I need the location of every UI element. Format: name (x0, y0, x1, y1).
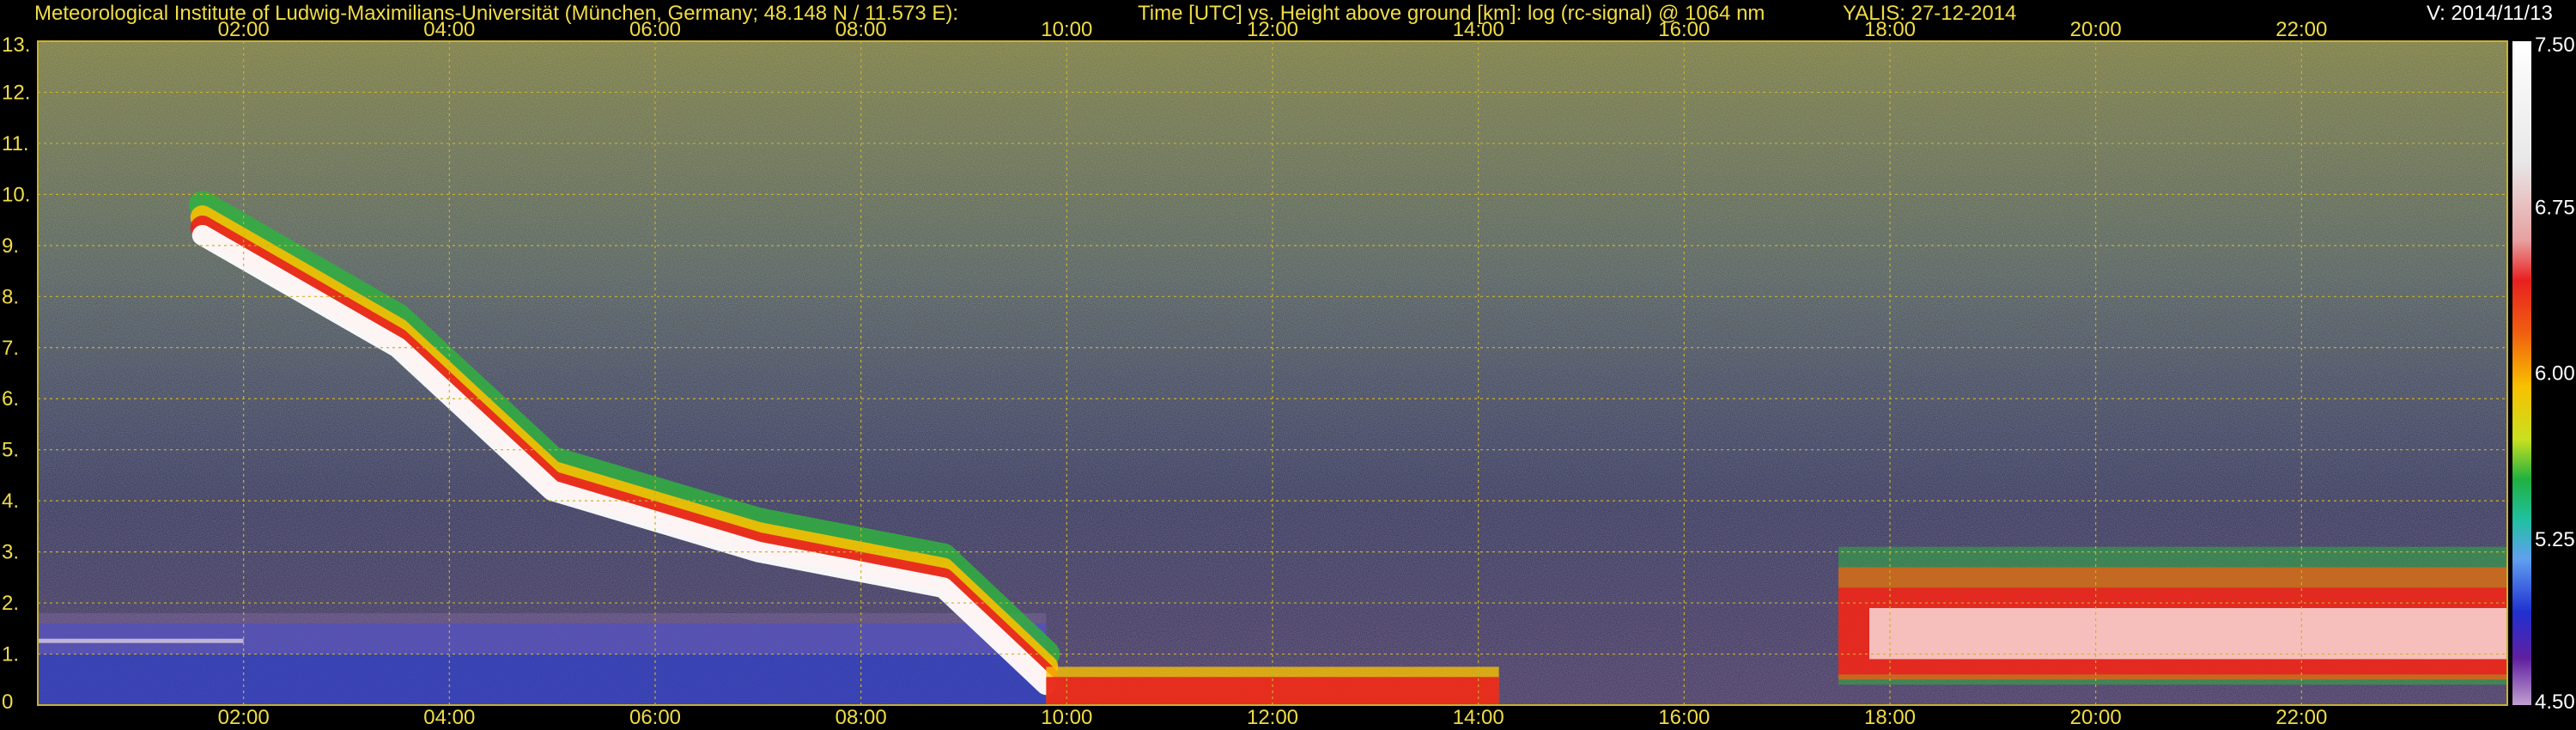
x-tick-label-bottom: 08:00 (835, 706, 887, 729)
x-tick-label-top: 20:00 (2070, 18, 2122, 41)
y-tick-label: 8. (2, 285, 19, 308)
y-tick-label: 12. (2, 81, 30, 104)
x-tick-label-bottom: 12:00 (1247, 706, 1298, 729)
colorbar-label: 7.50 (2535, 33, 2575, 57)
colorbar-label: 5.25 (2535, 528, 2575, 551)
x-tick-label-bottom: 14:00 (1453, 706, 1504, 729)
colorbar: 7.50 6.75 6.00 5.25 4.50 (2512, 33, 2575, 714)
y-tick-label: 2. (2, 592, 19, 615)
x-tick-label-top: 12:00 (1247, 18, 1298, 41)
y-tick-label: 9. (2, 234, 19, 258)
x-tick-label-bottom: 16:00 (1658, 706, 1710, 729)
x-tick-label-bottom: 10:00 (1041, 706, 1092, 729)
y-tick-label: 5. (2, 439, 19, 462)
colorbar-label: 6.75 (2535, 196, 2575, 219)
x-tick-label-top: 14:00 (1453, 18, 1504, 41)
residual-layer (38, 612, 1047, 654)
cloud-field-core (1869, 608, 2507, 660)
x-tick-label-top: 08:00 (835, 18, 887, 41)
x-tick-label-top: 18:00 (1864, 18, 1916, 41)
x-tick-label-bottom: 02:00 (218, 706, 270, 729)
colorbar-label: 4.50 (2535, 690, 2575, 714)
y-tick-label: 3. (2, 541, 19, 564)
y-tick-label: 13. (2, 33, 30, 57)
y-tick-label: 11. (2, 132, 29, 155)
x-tick-label-top: 10:00 (1041, 18, 1092, 41)
x-tick-label-top: 04:00 (423, 18, 475, 41)
y-tick-label: 0 (2, 690, 13, 714)
x-tick-label-bottom: 04:00 (423, 706, 475, 729)
y-tick-label: 10. (2, 183, 30, 206)
lidar-plot: 02:00 04:00 06:00 08:00 10:00 12:00 14:00 16:00… (2, 18, 2575, 729)
plot-area (37, 40, 2508, 706)
x-tick-label-top: 16:00 (1658, 18, 1710, 41)
y-tick-label: 1. (2, 643, 19, 666)
x-tick-label-bottom: 22:00 (2275, 706, 2327, 729)
x-tick-label-bottom: 18:00 (1864, 706, 1916, 729)
x-tick-label-top: 06:00 (629, 18, 681, 41)
x-tick-label-top: 22:00 (2275, 18, 2327, 41)
x-tick-label-bottom: 20:00 (2070, 706, 2122, 729)
y-tick-label: 7. (2, 337, 19, 360)
colorbar-gradient (2512, 41, 2531, 705)
colorbar-label: 6.00 (2535, 362, 2575, 386)
x-tick-label-bottom: 06:00 (629, 706, 681, 729)
y-tick-label: 6. (2, 387, 19, 411)
x-tick-label-top: 02:00 (218, 18, 270, 41)
y-tick-label: 4. (2, 490, 19, 513)
